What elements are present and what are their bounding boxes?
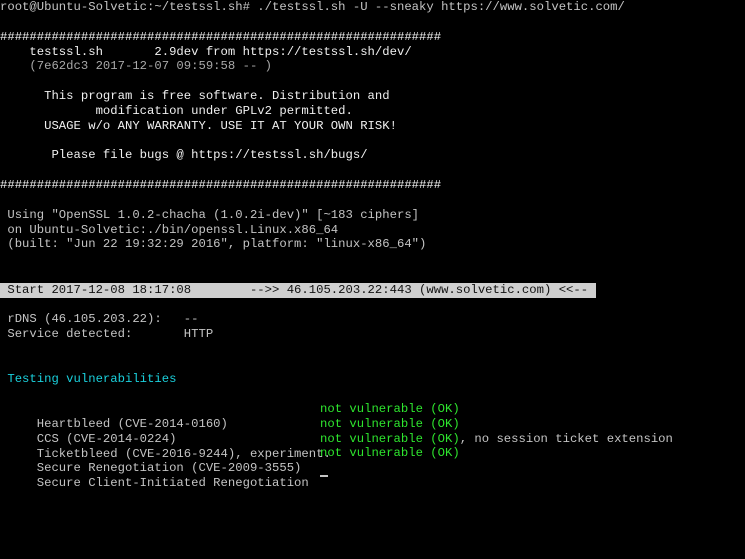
license-line-2: modification under GPLv2 permitted. (0, 104, 353, 118)
bugs-line: Please file bugs @ https://testssl.sh/bu… (0, 148, 368, 162)
command-line: root@Ubuntu-Solvetic:~/testssl.sh# ./tes… (0, 0, 625, 14)
license-line-1: This program is free software. Distribut… (0, 89, 390, 103)
vuln-status: not vulnerable (OK) (320, 416, 460, 431)
hash-divider: ########################################… (0, 30, 442, 44)
service-line: Service detected: HTTP (0, 327, 214, 341)
vuln-row-ticketbleed: Ticketbleed (CVE-2016-9244), experiment.… (0, 431, 745, 461)
vuln-status: not vulnerable (OK) (320, 431, 460, 446)
license-line-3: USAGE w/o ANY WARRANTY. USE IT AT YOUR O… (0, 119, 397, 133)
terminal-cursor (320, 475, 328, 477)
start-bar: Start 2017-12-08 18:17:08 -->> 46.105.20… (0, 283, 596, 298)
openssl-line-1: Using "OpenSSL 1.0.2-chacha (1.0.2i-dev)… (0, 208, 420, 222)
vuln-note: , no session ticket extension (459, 431, 673, 446)
openssl-line-2: on Ubuntu-Solvetic:./bin/openssl.Linux.x… (0, 222, 339, 237)
openssl-line-3: (built: "Jun 22 19:32:29 2016", platform… (0, 237, 427, 251)
vuln-label: Secure Client-Initiated Renegotiation (29, 476, 309, 490)
version-line: testssl.sh 2.9dev from https://testssl.s… (0, 44, 412, 59)
hash-divider-2: ########################################… (0, 178, 442, 192)
rdns-line: rDNS (46.105.203.22): -- (0, 312, 199, 326)
commit-line: (7e62dc3 2017-12-07 09:59:58 -- ) (0, 59, 272, 73)
vuln-row-heartbleed: Heartbleed (CVE-2014-0160) not vulnerabl… (0, 402, 745, 431)
vuln-row-client-renegotiation: Secure Client-Initiated Renegotiation (0, 461, 745, 490)
vuln-status: not vulnerable (OK) (320, 446, 460, 460)
vuln-row-secure-renegotiation: Secure Renegotiation (CVE-2009-3555) not… (0, 446, 745, 475)
section-heading: Testing vulnerabilities (0, 372, 177, 386)
vuln-row-ccs: CCS (CVE-2014-0224) not vulnerable (OK) (0, 416, 745, 446)
vuln-status: not vulnerable (OK) (320, 402, 460, 416)
